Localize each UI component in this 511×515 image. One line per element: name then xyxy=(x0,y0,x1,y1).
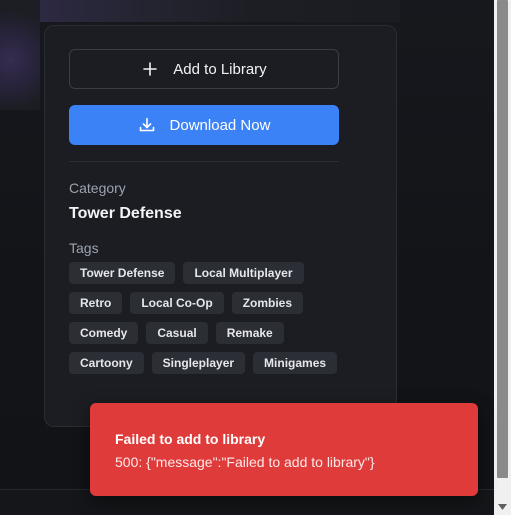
category-label: Category xyxy=(69,180,126,196)
scrollbar-thumb[interactable] xyxy=(497,0,508,478)
tag-list: Tower Defense Local Multiplayer Retro Lo… xyxy=(69,262,349,374)
tags-label: Tags xyxy=(69,240,99,256)
add-to-library-label: Add to Library xyxy=(173,60,267,78)
game-sidebar-card: Add to Library Download Now Category Tow… xyxy=(44,25,397,427)
download-now-button[interactable]: Download Now xyxy=(69,105,339,145)
category-value: Tower Defense xyxy=(69,205,182,222)
tag-chip[interactable]: Minigames xyxy=(253,352,338,374)
game-art-fragment xyxy=(0,0,40,110)
download-now-label: Download Now xyxy=(169,116,271,134)
error-toast[interactable]: Failed to add to library 500: {"message"… xyxy=(90,403,478,496)
divider xyxy=(69,161,339,162)
tag-chip[interactable]: Local Co-Op xyxy=(130,292,224,314)
tag-chip[interactable]: Local Multiplayer xyxy=(183,262,304,284)
plus-icon xyxy=(141,60,159,78)
game-art-banner-edge xyxy=(40,0,400,22)
add-to-library-button[interactable]: Add to Library xyxy=(69,49,339,89)
tag-chip[interactable]: Retro xyxy=(69,292,123,314)
toast-message: 500: {"message":"Failed to add to librar… xyxy=(115,454,375,470)
tag-chip[interactable]: Remake xyxy=(215,322,284,344)
tag-chip[interactable]: Casual xyxy=(146,322,208,344)
tag-chip[interactable]: Cartoony xyxy=(69,352,144,374)
vertical-scrollbar[interactable] xyxy=(494,0,511,515)
tag-chip[interactable]: Zombies xyxy=(231,292,304,314)
scroll-down-arrow-icon[interactable] xyxy=(494,498,511,515)
download-icon xyxy=(138,116,156,134)
tag-chip[interactable]: Tower Defense xyxy=(69,262,176,284)
toast-title: Failed to add to library xyxy=(115,431,266,447)
tag-chip[interactable]: Comedy xyxy=(69,322,139,344)
tag-chip[interactable]: Singleplayer xyxy=(151,352,246,374)
